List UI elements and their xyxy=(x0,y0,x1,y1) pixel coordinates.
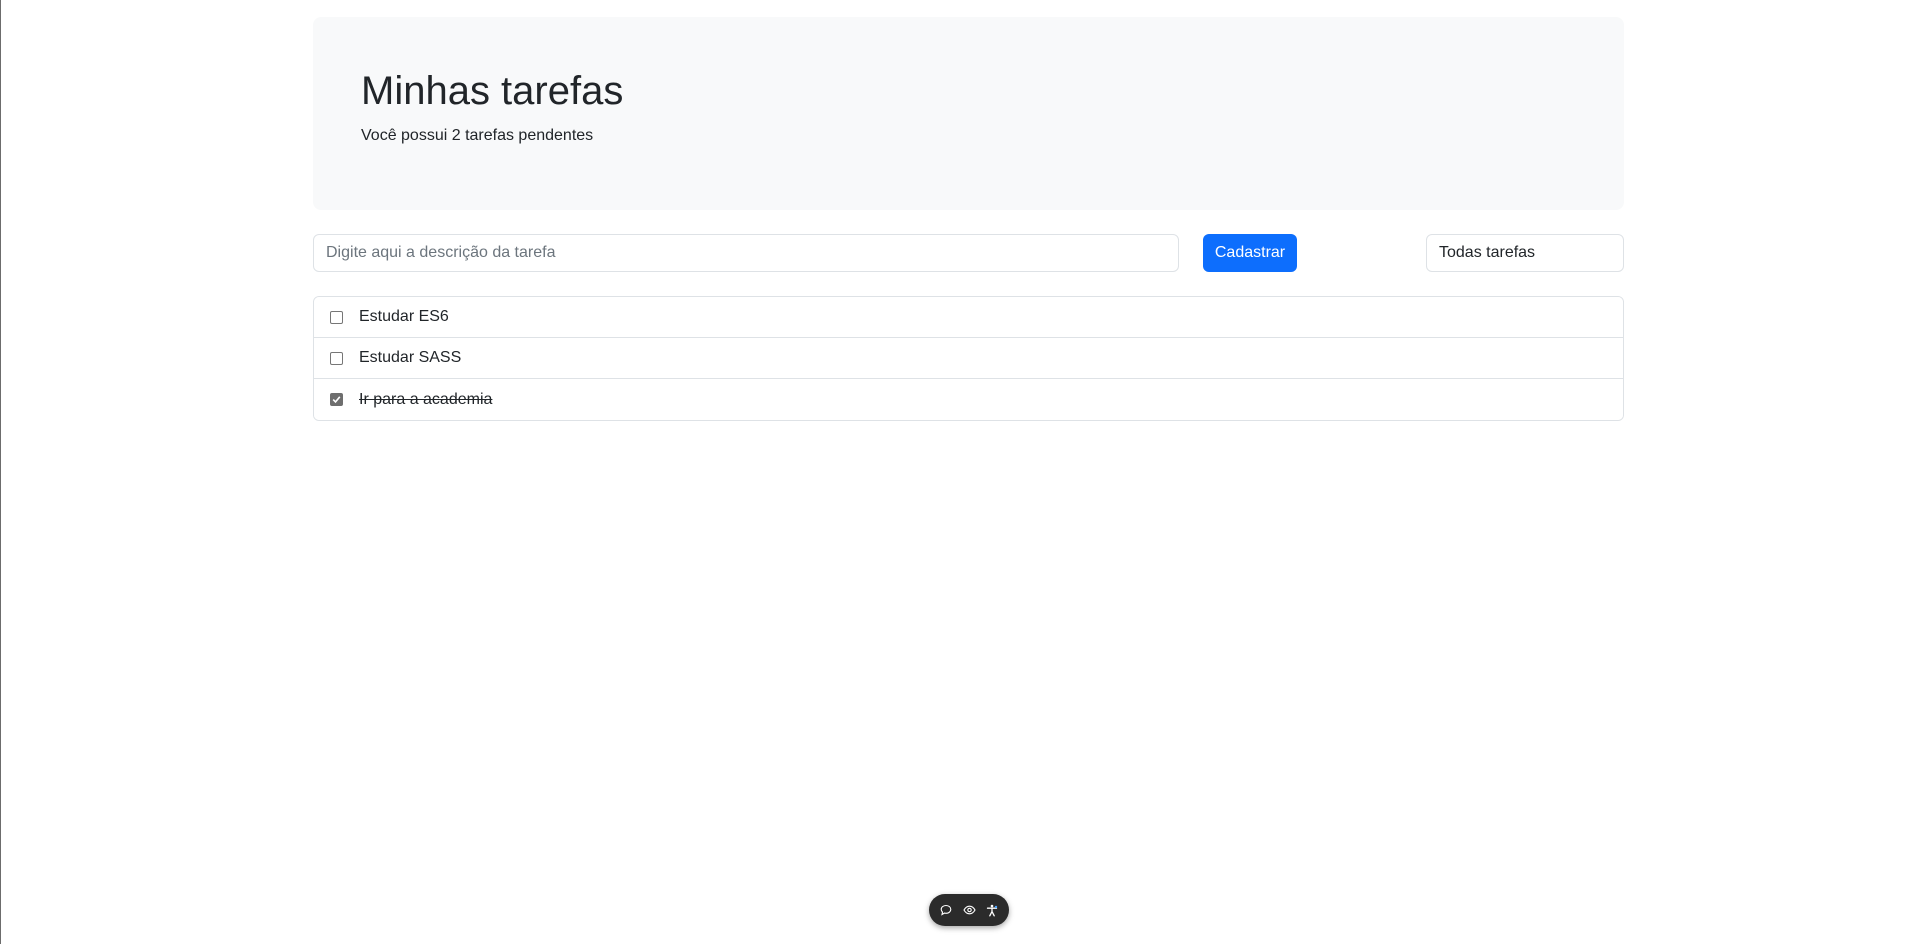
register-task-button[interactable]: Cadastrar xyxy=(1203,234,1297,272)
task-filter-select[interactable]: Todas tarefas xyxy=(1426,234,1624,272)
new-task-form: Cadastrar Todas tarefas xyxy=(313,234,1624,272)
pending-tasks-summary: Você possui 2 tarefas pendentes xyxy=(361,127,594,144)
checkmark-icon xyxy=(332,396,341,404)
task-item[interactable]: Estudar ES6 xyxy=(314,297,1623,338)
chat-bubble-icon[interactable] xyxy=(936,900,956,920)
task-label: Estudar ES6 xyxy=(359,308,449,325)
main-container: Minhas tarefas Você possui 2 tarefas pen… xyxy=(313,17,1624,421)
task-checkbox[interactable] xyxy=(330,393,343,406)
task-checkbox[interactable] xyxy=(330,310,343,324)
task-label: Ir para a academia xyxy=(359,390,493,408)
page-viewport: Minhas tarefas Você possui 2 tarefas pen… xyxy=(0,0,1909,944)
accessibility-icon[interactable] xyxy=(982,900,1002,920)
header-panel: Minhas tarefas Você possui 2 tarefas pen… xyxy=(313,17,1624,210)
task-item[interactable]: Ir para a academia xyxy=(314,379,1623,420)
eye-icon[interactable] xyxy=(959,900,979,920)
task-list: Estudar ES6 Estudar SASS Ir para a acade… xyxy=(313,296,1624,421)
page-title: Minhas tarefas xyxy=(361,69,624,113)
task-checkbox[interactable] xyxy=(330,351,343,365)
task-description-input[interactable] xyxy=(313,234,1179,272)
task-item[interactable]: Estudar SASS xyxy=(314,338,1623,379)
task-label: Estudar SASS xyxy=(359,349,462,366)
floating-toolbar xyxy=(929,894,1009,926)
